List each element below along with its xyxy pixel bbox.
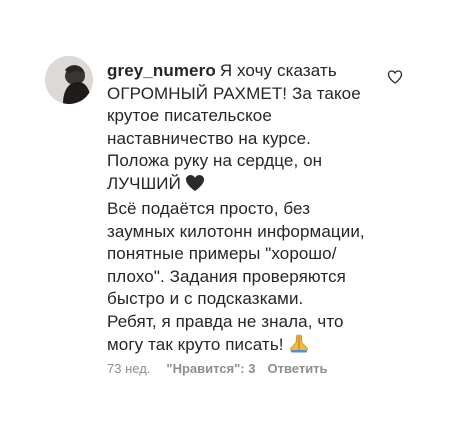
comment-line: Всё подаётся просто, без — [107, 199, 311, 218]
comment-time[interactable]: 73 нед. — [107, 361, 150, 376]
comment-line: могу так круто писать! — [107, 333, 379, 360]
comment-line: Положа руку на сердце, он — [107, 151, 323, 170]
comment-line: ОГРОМНЫЙ РАХМЕТ! За такое — [107, 83, 361, 103]
heart-outline-icon[interactable] — [387, 69, 403, 85]
comment-line: крутое писательское — [107, 106, 272, 125]
avatar[interactable] — [45, 56, 93, 104]
likes-count[interactable]: "Нравится": 3 — [166, 361, 255, 376]
comment-line: быстро и с подсказками. — [107, 289, 304, 308]
comment: grey_numero Я хочу сказать ОГРОМНЫЙ РАХМЕ… — [0, 0, 452, 434]
black-heart-icon — [185, 174, 205, 199]
comment-line: grey_numero Я хочу сказать — [107, 60, 379, 83]
comment-line: заумных килотонн информации, — [107, 221, 365, 241]
comment-line: понятные примеры "хорошо/ — [107, 244, 337, 263]
comment-line: наставничество на курсе. — [107, 128, 311, 148]
comment-body: grey_numero Я хочу сказать ОГРОМНЫЙ РАХМЕ… — [107, 60, 379, 360]
comment-meta: 73 нед. "Нравится": 3 Ответить — [107, 361, 328, 376]
comment-line: ЛУЧШИЙ — [107, 173, 379, 199]
comment-text: ЛУЧШИЙ — [107, 173, 181, 193]
comment-line: плохо". Задания проверяются — [107, 266, 346, 286]
folded-hands-icon — [288, 333, 310, 360]
comment-text: Я хочу сказать — [219, 61, 337, 80]
comment-text: могу так круто писать! — [107, 335, 284, 354]
reply-button[interactable]: Ответить — [267, 361, 327, 376]
comment-line: Ребят, я правда не знала, что — [107, 311, 344, 331]
avatar-photo — [45, 56, 93, 104]
username-link[interactable]: grey_numero — [107, 61, 216, 80]
